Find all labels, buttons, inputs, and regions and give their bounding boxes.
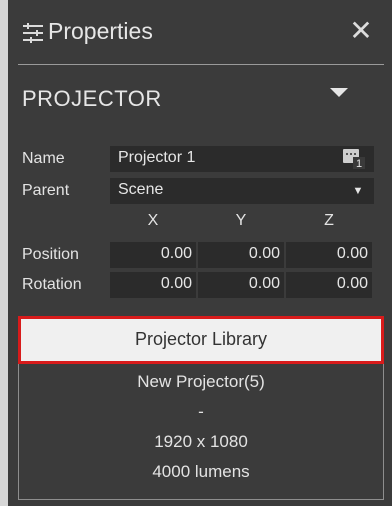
dropdown-arrow-icon[interactable]: ▼: [348, 178, 368, 204]
axis-x-label: X: [147, 212, 159, 229]
axis-y-label: Y: [235, 212, 247, 229]
rotation-x-input[interactable]: 0.00: [110, 272, 196, 298]
position-z-input[interactable]: 0.00: [286, 242, 372, 268]
info-separator: -: [198, 402, 204, 421]
position-x-input[interactable]: 0.00: [110, 242, 196, 268]
projector-resolution: 1920 x 1080: [154, 432, 248, 451]
rename-badge-icon[interactable]: 1: [342, 148, 366, 170]
title-bar: Properties ✕: [8, 0, 392, 62]
rotation-z-input[interactable]: 0.00: [286, 272, 372, 298]
rotation-label: Rotation: [22, 276, 82, 293]
properties-panel: Properties ✕ PROJECTOR Name Projector 1 …: [8, 0, 392, 506]
parent-label: Parent: [22, 182, 70, 199]
rotation-y-input[interactable]: 0.00: [198, 272, 284, 298]
badge-count: 1: [356, 158, 362, 170]
name-field[interactable]: Projector 1: [110, 146, 374, 172]
panel-title: Properties: [48, 18, 153, 44]
parent-select[interactable]: Scene: [110, 178, 374, 204]
position-y-input[interactable]: 0.00: [198, 242, 284, 268]
close-icon[interactable]: ✕: [348, 16, 374, 46]
sliders-icon: [23, 23, 43, 43]
projector-brightness: 4000 lumens: [152, 462, 250, 481]
title-divider: [18, 64, 384, 65]
axis-z-label: Z: [324, 212, 334, 229]
caret-down-icon[interactable]: [330, 88, 348, 98]
projector-model: New Projector(5): [137, 372, 265, 391]
projector-library-button[interactable]: Projector Library: [18, 316, 384, 364]
name-label: Name: [22, 150, 65, 167]
section-title: PROJECTOR: [22, 86, 162, 111]
position-label: Position: [22, 246, 79, 263]
